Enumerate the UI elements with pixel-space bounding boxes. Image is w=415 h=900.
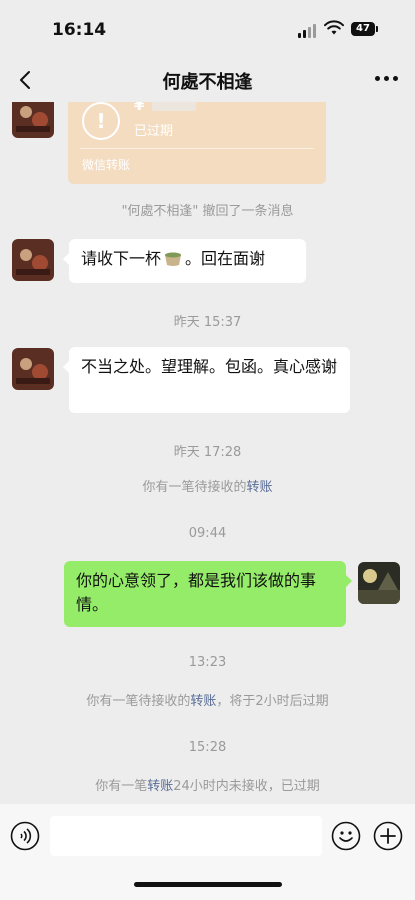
transfer-link[interactable]: 转账 bbox=[147, 779, 173, 794]
message-text: 你的心意领了，都是我们该做的事情。 bbox=[76, 571, 317, 614]
timestamp: 昨天 15:37 bbox=[173, 315, 242, 330]
message-text: 。回在面谢 bbox=[185, 249, 266, 268]
timestamp: 09:44 bbox=[188, 526, 227, 541]
status-time: 16:14 bbox=[52, 20, 107, 40]
message-bubble[interactable]: 不当之处。望理解。包函。真心感谢 bbox=[63, 347, 350, 413]
transfer-card[interactable]: ! ¥ 已过期 微信转账 bbox=[68, 102, 326, 184]
transfer-divider bbox=[80, 148, 314, 149]
more-dots-icon[interactable] bbox=[375, 76, 399, 84]
transfer-link[interactable]: 转账 bbox=[247, 480, 273, 495]
timestamp: 昨天 17:28 bbox=[173, 445, 242, 460]
home-indicator bbox=[134, 882, 282, 887]
exclamation-circle-icon: ! bbox=[82, 102, 120, 140]
pending-transfer-notice: 你有一笔待接收的转账，将于2小时后过期 bbox=[86, 694, 329, 709]
wifi-icon bbox=[324, 20, 344, 35]
pending-transfer-notice: 你有一笔待接收的转账 bbox=[142, 480, 273, 495]
message-input[interactable] bbox=[50, 816, 322, 856]
chat-area[interactable]: ! ¥ 已过期 微信转账 "何處不相逢" 撤回了一条消息 请收下一杯 。回在面谢… bbox=[0, 102, 415, 802]
emoji-icon[interactable] bbox=[331, 821, 361, 851]
plus-circle-icon[interactable] bbox=[373, 821, 403, 851]
transfer-currency: ¥ bbox=[134, 102, 145, 114]
timestamp: 13:23 bbox=[188, 655, 227, 670]
timestamp: 15:28 bbox=[188, 740, 227, 755]
message-bubble[interactable]: 请收下一杯 。回在面谢 bbox=[63, 239, 306, 283]
transfer-label: 微信转账 bbox=[82, 158, 131, 172]
transfer-amount-hidden bbox=[152, 102, 196, 111]
recall-notice: "何處不相逢" 撤回了一条消息 bbox=[121, 204, 294, 219]
expired-transfer-notice: 你有一笔转账24小时内未接收，已过期 bbox=[95, 779, 320, 794]
battery-icon: 47 bbox=[351, 22, 378, 36]
avatar[interactable] bbox=[12, 348, 54, 390]
transfer-link[interactable]: 转账 bbox=[190, 694, 216, 709]
avatar[interactable] bbox=[12, 239, 54, 281]
voice-icon[interactable] bbox=[10, 821, 40, 851]
status-bar: 16:14 47 bbox=[0, 0, 415, 60]
message-text: 不当之处。望理解。包函。真心感谢 bbox=[81, 357, 338, 376]
tea-emoji-icon bbox=[165, 252, 182, 266]
chat-title: 何處不相逢 bbox=[162, 72, 253, 93]
avatar[interactable] bbox=[12, 102, 54, 138]
avatar[interactable] bbox=[358, 562, 400, 604]
transfer-status: 已过期 bbox=[134, 124, 174, 139]
message-text: 请收下一杯 bbox=[81, 249, 162, 268]
nav-bar: 何處不相逢 bbox=[0, 60, 415, 102]
signal-icon bbox=[298, 24, 318, 38]
message-bubble[interactable]: 你的心意领了，都是我们该做的事情。 bbox=[64, 561, 352, 627]
